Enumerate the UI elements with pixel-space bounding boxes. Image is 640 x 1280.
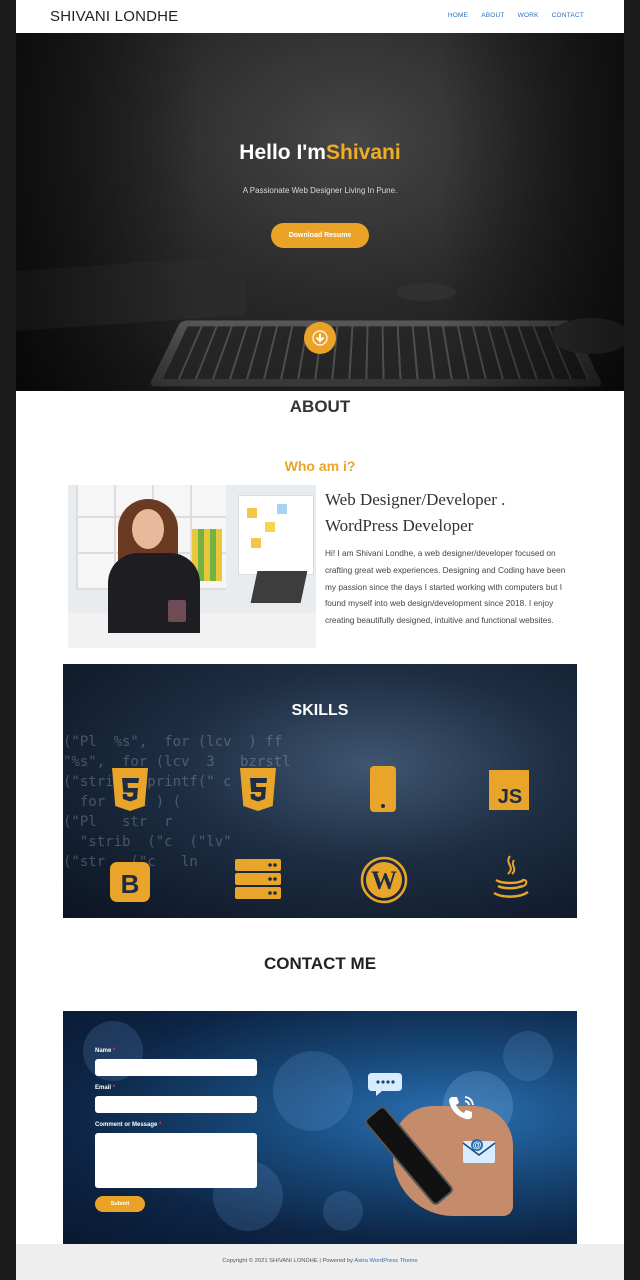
arrow-down-icon	[312, 330, 328, 346]
css3-icon	[240, 768, 276, 811]
email-envelope-icon: @	[462, 1139, 496, 1163]
site-footer: Copyright © 2021 SHIVANI LONDHE | Powere…	[16, 1244, 624, 1280]
message-label: Comment or Message *	[95, 1122, 162, 1128]
contact-section: @ Name * Email * Comment or Message * Su…	[63, 1011, 577, 1244]
hero-subtitle: A Passionate Web Designer Living In Pune…	[242, 186, 398, 195]
footer-copyright: Copyright © 2021 SHIVANI LONDHE | Powere…	[222, 1258, 418, 1264]
wordpress-icon: W	[360, 856, 408, 904]
name-field[interactable]	[95, 1059, 257, 1076]
java-icon	[493, 855, 529, 898]
main-nav: HOME ABOUT WORK CONTACT	[448, 12, 584, 19]
hero-name: Shivani	[325, 141, 401, 164]
svg-text:W: W	[371, 866, 397, 895]
submit-button[interactable]: Submit	[95, 1196, 145, 1212]
chat-bubble-icon	[368, 1073, 402, 1096]
role-line-1: Web Designer/Developer .	[325, 490, 506, 509]
svg-text:JS: JS	[498, 786, 522, 808]
html5-icon	[112, 768, 148, 811]
about-bio: Hi! I am Shivani Londhe, a web designer/…	[325, 548, 566, 626]
nav-work[interactable]: WORK	[518, 12, 539, 19]
hero-greeting: Hello I'm	[239, 141, 326, 164]
nav-home[interactable]: HOME	[448, 12, 468, 19]
svg-text:@: @	[473, 1140, 482, 1150]
site-header: SHIVANI LONDHE HOME ABOUT WORK CONTACT	[16, 0, 624, 33]
site-logo[interactable]: SHIVANI LONDHE	[50, 8, 178, 25]
contact-heading: CONTACT ME	[263, 954, 377, 973]
role-title: Web Designer/Developer . WordPress Devel…	[325, 487, 595, 539]
download-resume-button[interactable]: Download Resume	[271, 223, 369, 248]
who-am-i-heading: Who am i?	[284, 458, 356, 474]
astra-theme-link[interactable]: Astra WordPress Theme	[354, 1258, 417, 1264]
hero-section: Hello I'mShivani A Passionate Web Design…	[16, 33, 624, 391]
mobile-icon	[370, 766, 396, 812]
nav-about[interactable]: ABOUT	[481, 12, 504, 19]
skills-section: ("Pl %s", for (lcv ) ff "%s", for (lcv 3…	[63, 664, 577, 918]
scroll-down-button[interactable]	[304, 322, 336, 354]
phone-call-icon	[449, 1096, 474, 1120]
server-icon	[235, 859, 281, 899]
skills-heading: SKILLS	[291, 702, 349, 719]
bootstrap-icon: B	[110, 862, 150, 902]
name-label: Name *	[95, 1048, 116, 1054]
email-label: Email *	[95, 1085, 116, 1091]
role-line-2: WordPress Developer	[325, 516, 474, 535]
javascript-icon: JS	[489, 770, 529, 810]
page: SHIVANI LONDHE HOME ABOUT WORK CONTACT H…	[16, 0, 624, 1280]
about-heading: ABOUT	[289, 397, 351, 416]
svg-text:B: B	[121, 869, 140, 899]
hero-title: Hello I'mShivani	[16, 141, 624, 165]
email-field[interactable]	[95, 1096, 257, 1113]
nav-contact[interactable]: CONTACT	[552, 12, 584, 19]
message-field[interactable]	[95, 1133, 257, 1188]
profile-photo	[68, 485, 316, 648]
